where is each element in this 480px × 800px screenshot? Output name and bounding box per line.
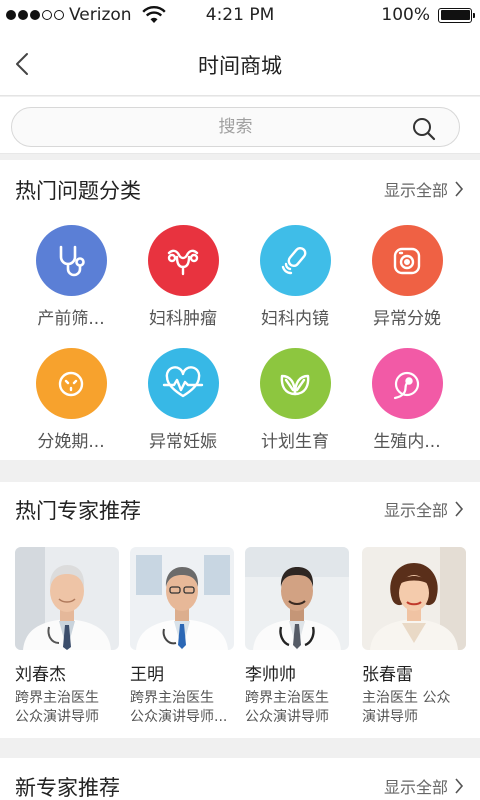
expert-photo bbox=[362, 547, 466, 650]
expert-description: 跨界主治医生 公众演讲导师... bbox=[130, 689, 242, 727]
expert-card[interactable]: 李帅帅 跨界主治医生 公众演讲导师 bbox=[245, 547, 349, 727]
expert-photo bbox=[245, 547, 349, 650]
baby-monitor-icon bbox=[371, 225, 443, 296]
battery-percent: 100% bbox=[381, 5, 430, 25]
expert-description: 跨界主治医生 公众演讲导师 bbox=[245, 689, 357, 727]
expert-description: 跨界主治医生 公众演讲导师 bbox=[15, 689, 127, 727]
chevron-right-icon bbox=[455, 501, 464, 517]
expert-name: 王明 bbox=[130, 665, 164, 685]
search-icon[interactable] bbox=[411, 116, 437, 142]
battery-icon bbox=[438, 7, 475, 23]
expert-desc-line: 主治医生 公众 bbox=[362, 690, 451, 706]
expert-card[interactable]: 刘春杰 跨界主治医生 公众演讲导师 bbox=[15, 547, 119, 727]
category-label: 产前筛... bbox=[37, 309, 105, 329]
expert-desc-line: 演讲导师 bbox=[362, 709, 418, 725]
search-input[interactable] bbox=[12, 108, 459, 146]
expert-desc-line: 公众演讲导师... bbox=[130, 709, 228, 725]
endoscope-icon bbox=[259, 225, 331, 296]
expert-name: 张春雷 bbox=[362, 665, 413, 685]
category-label: 妇科肿瘤 bbox=[149, 309, 217, 329]
expert-desc-line: 公众演讲导师 bbox=[15, 709, 99, 725]
battery-status: 100% bbox=[381, 5, 475, 25]
expert-description: 主治医生 公众 演讲导师 bbox=[362, 689, 474, 727]
show-all-label: 显示全部 bbox=[383, 501, 448, 520]
category-label: 妇科内镜 bbox=[261, 309, 329, 329]
show-all-label: 显示全部 bbox=[383, 778, 448, 797]
category-label: 异常分娩 bbox=[373, 309, 441, 329]
heartbeat-icon bbox=[147, 348, 219, 419]
category-prenatal-screening[interactable]: 产前筛... bbox=[15, 225, 127, 329]
page-title: 时间商城 bbox=[198, 54, 282, 78]
hot-experts-show-all[interactable]: 显示全部 bbox=[384, 497, 464, 521]
chevron-right-icon bbox=[455, 778, 464, 794]
new-experts-section: 新专家推荐 显示全部 bbox=[0, 758, 480, 800]
show-all-label: 显示全部 bbox=[383, 181, 448, 200]
hot-categories-section: 热门问题分类 显示全部 产前筛... 妇科肿瘤 妇科内镜 异常分娩 分娩期...… bbox=[0, 160, 480, 460]
category-label: 异常妊娠 bbox=[149, 432, 217, 452]
category-label: 分娩期... bbox=[37, 432, 105, 452]
chevron-right-icon bbox=[455, 181, 464, 197]
hot-experts-section: 热门专家推荐 显示全部 刘春杰 跨界主治医生 公众演讲导师 王明 跨界主治医生 … bbox=[0, 482, 480, 738]
expert-desc-line: 跨界主治医生 bbox=[245, 690, 329, 706]
category-gynecologic-tumor[interactable]: 妇科肿瘤 bbox=[127, 225, 239, 329]
expert-name: 刘春杰 bbox=[15, 665, 66, 685]
category-reproductive-endocrine[interactable]: 生殖内... bbox=[351, 348, 463, 452]
expert-desc-line: 跨界主治医生 bbox=[130, 690, 214, 706]
category-abnormal-pregnancy[interactable]: 异常妊娠 bbox=[127, 348, 239, 452]
expert-card[interactable]: 张春雷 主治医生 公众 演讲导师 bbox=[362, 547, 466, 727]
category-abnormal-delivery[interactable]: 异常分娩 bbox=[351, 225, 463, 329]
expert-card[interactable]: 王明 跨界主治医生 公众演讲导师... bbox=[130, 547, 234, 727]
expert-photo bbox=[15, 547, 119, 650]
belly-icon bbox=[35, 348, 107, 419]
stethoscope-icon bbox=[35, 225, 107, 296]
navigation-bar: 时间商城 bbox=[0, 32, 480, 96]
category-family-planning[interactable]: 计划生育 bbox=[239, 348, 351, 452]
hot-categories-title: 热门问题分类 bbox=[15, 179, 141, 203]
category-label: 计划生育 bbox=[261, 432, 329, 452]
search-bar-container bbox=[0, 97, 480, 154]
new-experts-show-all[interactable]: 显示全部 bbox=[384, 774, 464, 798]
hot-experts-title: 热门专家推荐 bbox=[15, 499, 141, 523]
hot-categories-show-all[interactable]: 显示全部 bbox=[384, 177, 464, 201]
search-box[interactable] bbox=[11, 107, 460, 147]
expert-desc-line: 跨界主治医生 bbox=[15, 690, 99, 706]
expert-desc-line: 公众演讲导师 bbox=[245, 709, 329, 725]
category-gynecologic-endoscopy[interactable]: 妇科内镜 bbox=[239, 225, 351, 329]
status-bar: Verizon 4:21 PM 100% bbox=[0, 0, 480, 32]
uterus-icon bbox=[147, 225, 219, 296]
category-delivery-period[interactable]: 分娩期... bbox=[15, 348, 127, 452]
new-experts-title: 新专家推荐 bbox=[15, 776, 120, 800]
expert-name: 李帅帅 bbox=[245, 665, 296, 685]
expert-photo bbox=[130, 547, 234, 650]
category-label: 生殖内... bbox=[373, 432, 441, 452]
sperm-egg-icon bbox=[371, 348, 443, 419]
leaf-icon bbox=[259, 348, 331, 419]
